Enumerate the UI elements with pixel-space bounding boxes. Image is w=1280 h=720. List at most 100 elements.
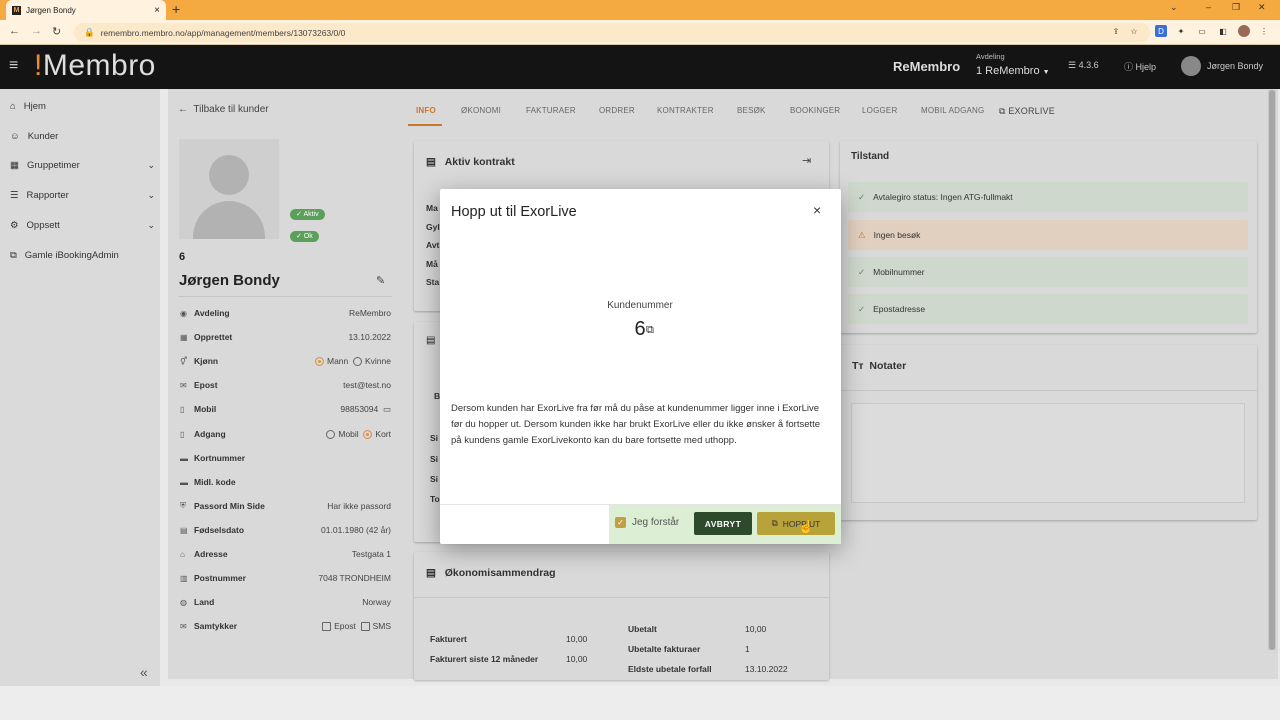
login-icon[interactable]: ⇥ [802,154,811,167]
tab-visits[interactable]: BESØK [737,106,766,115]
check-circle-icon: ✓ [858,266,866,277]
warning-icon: ⚠ [858,229,866,240]
sidebar-item-home[interactable]: ⌂ Hjem [10,101,155,112]
version-info[interactable]: ☰ 4.3.6 [1068,60,1099,71]
notes-textarea[interactable] [851,403,1245,503]
window-close-icon[interactable]: ✕ [1258,2,1266,13]
arrow-left-icon: ← [178,104,188,115]
gear-icon: ⚙ [10,220,19,231]
info-row-access: ▯ Adgang Mobil Kort [180,428,391,440]
access-card-radio[interactable] [363,430,373,440]
info-row-address: ⌂ Adresse Testgata 1 [180,549,391,559]
share-icon[interactable]: ⇪ [1110,25,1122,37]
info-row-card-number: ▬ Kortnummer [180,453,246,463]
text-format-icon: Tт [852,360,864,372]
sidebar-item-settings[interactable]: ⚙ Oppsett ⌄ [10,220,155,231]
browser-tab-title: Jørgen Bondy [26,5,76,15]
help-link[interactable]: ⓘ Hjelp [1124,60,1156,73]
sidebar-item-group-classes[interactable]: ▦ Gruppetimer ⌄ [10,160,155,171]
divider [414,597,829,598]
understand-checkbox[interactable]: ✓ Jeg forstår [615,517,679,528]
user-menu[interactable]: Jørgen Bondy [1181,56,1263,76]
url-text: remembro.membro.no/app/management/member… [100,27,346,38]
forward-nav-icon[interactable]: → [31,25,42,37]
extensions-puzzle-icon[interactable]: ✦ [1175,25,1187,37]
card-icon: ▯ [180,429,185,439]
external-link-icon: ⧉ [10,250,17,261]
customer-photo[interactable] [179,139,279,239]
tab-logs[interactable]: LOGGER [862,106,897,115]
edit-icon[interactable]: ✎ [376,274,385,287]
gender-male-radio[interactable] [315,357,324,367]
modal-title: Hopp ut til ExorLive [451,204,577,220]
second-card-label-partial: Si [430,454,439,464]
bookmark-star-icon[interactable]: ☆ [1128,25,1140,37]
sidebar-item-reports[interactable]: ☰ Rapporter ⌄ [10,190,155,201]
department-select[interactable]: 1 ReMembro ▼ [976,65,1050,77]
sms-icon[interactable]: ▭ [383,404,391,414]
gender-female-radio[interactable] [353,357,362,367]
tab-contracts[interactable]: KONTRAKTER [657,106,714,115]
reload-icon[interactable]: ↻ [52,25,61,38]
minimize-icon[interactable]: – [1206,2,1211,12]
status-card-title: Tilstand [851,151,890,162]
lock-icon: 🔒 [84,27,95,37]
tab-economy[interactable]: ØKONOMI [461,106,501,115]
consent-sms-checkbox[interactable] [360,622,370,632]
membro-favicon-icon: M [12,5,21,15]
menu-hamburger-icon[interactable]: ≡ [9,57,18,75]
copy-icon[interactable]: ⧉ [646,324,654,337]
browser-menu-icon[interactable]: ⋮ [1258,25,1270,37]
economy-value: 10,00 [566,634,588,644]
status-badge-ok: ✓ Ok [290,225,319,243]
chevron-down-icon: ⌄ [147,220,155,230]
profile-avatar-icon[interactable] [1238,25,1250,37]
mouse-cursor-icon: ☝ [798,519,815,534]
tab-mobile-access[interactable]: MOBIL ADGANG [921,106,984,115]
modal-message: Dersom kunden har ExorLive fra før må du… [451,403,821,446]
building-icon: ▥ [180,573,188,583]
tab-bookings[interactable]: BOOKINGER [790,106,840,115]
economy-label: Ubetalt [628,624,657,634]
page-scrollbar[interactable] [1268,90,1276,650]
divider [178,296,392,297]
contract-label-partial: Sta [426,277,440,287]
collapse-sidebar-icon[interactable]: « [140,664,148,680]
close-tab-icon[interactable]: × [154,5,160,16]
restore-icon[interactable]: ❐ [1232,2,1240,13]
contract-label-partial: Gyl [426,222,440,232]
browser-tab[interactable]: M Jørgen Bondy × [6,0,166,20]
jump-out-button[interactable]: ⧉ HOPP UT [757,512,835,535]
home-icon: ⌂ [10,101,16,112]
economy-label: Fakturert siste 12 måneder [430,654,539,664]
status-row-email: ✓ Epostadresse [848,294,1248,324]
tab-invoices[interactable]: FAKTURAER [526,106,576,115]
new-tab-icon[interactable]: + [172,1,180,17]
customer-number: 6 [179,251,186,263]
exorlive-modal [440,189,841,544]
cancel-button[interactable]: AVBRYT [694,512,752,535]
chevron-down-icon: ⌄ [147,160,155,170]
shield-icon: ⛨ [180,501,186,510]
sidebar [0,89,160,686]
access-mobile-radio[interactable] [326,430,336,440]
extension-d-icon[interactable]: D [1155,25,1167,37]
economy-summary-title: ▤ Økonomisammendrag [426,567,556,579]
modal-close-icon[interactable]: × [813,202,821,218]
cast-icon[interactable]: ▭ [1196,25,1208,37]
tab-orders[interactable]: ORDRER [599,106,635,115]
tab-info[interactable]: INFO [416,106,436,115]
url-input[interactable]: 🔒 remembro.membro.no/app/management/memb… [74,23,1150,42]
department-label: Avdeling [976,52,1005,61]
tab-exorlive[interactable]: ⧉ EXORLIVE [999,106,1055,117]
back-nav-icon[interactable]: ← [9,25,20,37]
tab-search-icon[interactable]: ⌄ [1170,2,1178,13]
consent-email-checkbox[interactable] [322,622,332,632]
check-circle-icon: ✓ [858,191,866,202]
side-panel-icon[interactable]: ◧ [1217,25,1229,37]
sidebar-item-customers[interactable]: ☺ Kunder [10,131,155,142]
back-to-customers-link[interactable]: ← Tilbake til kunder [178,104,269,115]
location-icon: ◉ [180,308,187,318]
status-row-avtalegiro: ✓ Avtalegiro status: Ingen ATG-fullmakt [848,182,1248,212]
sidebar-item-old-ibooking[interactable]: ⧉ Gamle iBookingAdmin [10,250,155,261]
